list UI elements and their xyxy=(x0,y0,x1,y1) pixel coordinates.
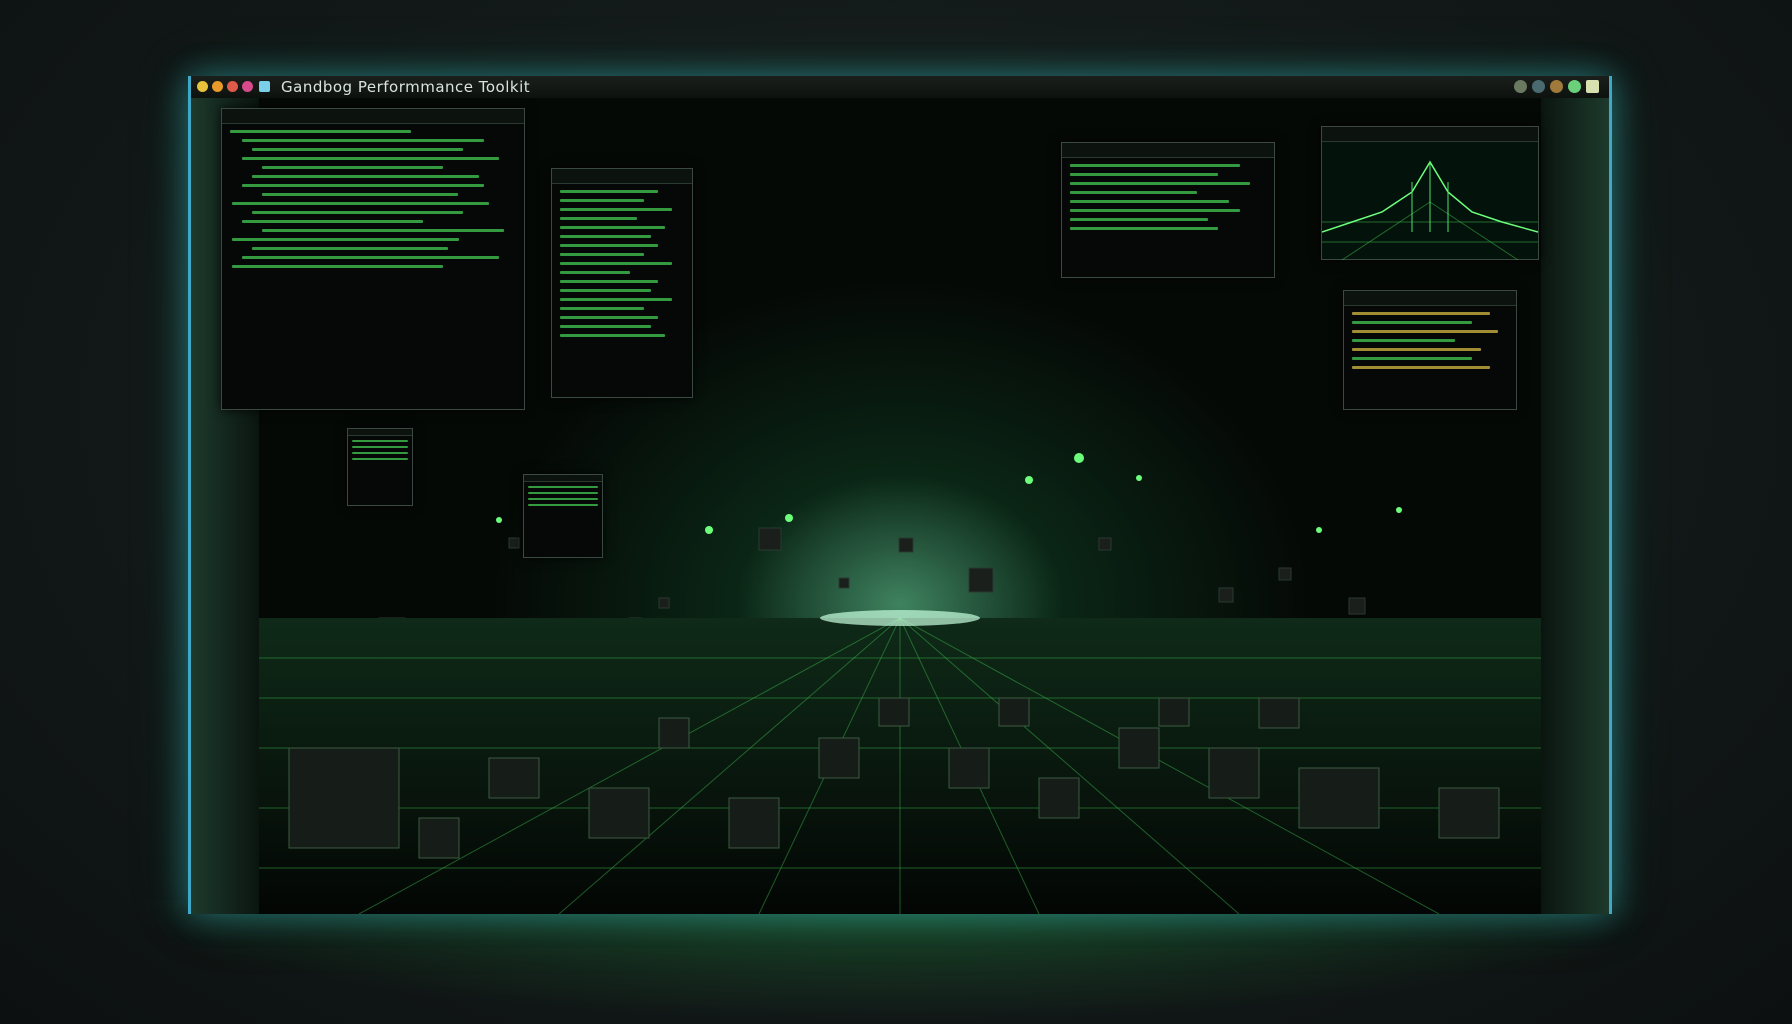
right-wall xyxy=(1541,98,1609,914)
tool-icon[interactable] xyxy=(1532,80,1545,93)
code-editor-panel[interactable] xyxy=(221,108,525,410)
tool-icon[interactable] xyxy=(1586,80,1599,93)
chart-panel[interactable] xyxy=(1321,126,1539,261)
info-dot-icon[interactable] xyxy=(259,81,270,92)
chart-graphic xyxy=(1321,160,1539,261)
log-list-panel[interactable] xyxy=(551,168,693,398)
tool-icon[interactable] xyxy=(1514,80,1527,93)
thumbnail-panel-a[interactable] xyxy=(347,428,413,506)
close-dot-icon[interactable] xyxy=(197,81,208,92)
minimize-dot-icon[interactable] xyxy=(212,81,223,92)
chart-header xyxy=(1322,127,1538,142)
title-bar: Gandbog Performmance Toolkit xyxy=(191,76,1609,99)
tool-icon[interactable] xyxy=(1550,80,1563,93)
data-table-header xyxy=(1062,143,1274,158)
floor-glow xyxy=(120,900,1672,1024)
code-small-header xyxy=(1344,291,1516,306)
scene-viewport xyxy=(221,98,1541,914)
thumbnail-panel-b[interactable] xyxy=(523,474,603,558)
app-window: Gandbog Performmance Toolkit xyxy=(188,76,1612,914)
code-editor-header xyxy=(222,109,524,124)
data-table-panel[interactable] xyxy=(1061,142,1275,278)
log-list-header xyxy=(552,169,692,184)
code-small-panel[interactable] xyxy=(1343,290,1517,410)
extra-dot-icon[interactable] xyxy=(242,81,253,92)
tool-icon[interactable] xyxy=(1568,80,1581,93)
window-title: Gandbog Performmance Toolkit xyxy=(281,78,531,96)
maximize-dot-icon[interactable] xyxy=(227,81,238,92)
